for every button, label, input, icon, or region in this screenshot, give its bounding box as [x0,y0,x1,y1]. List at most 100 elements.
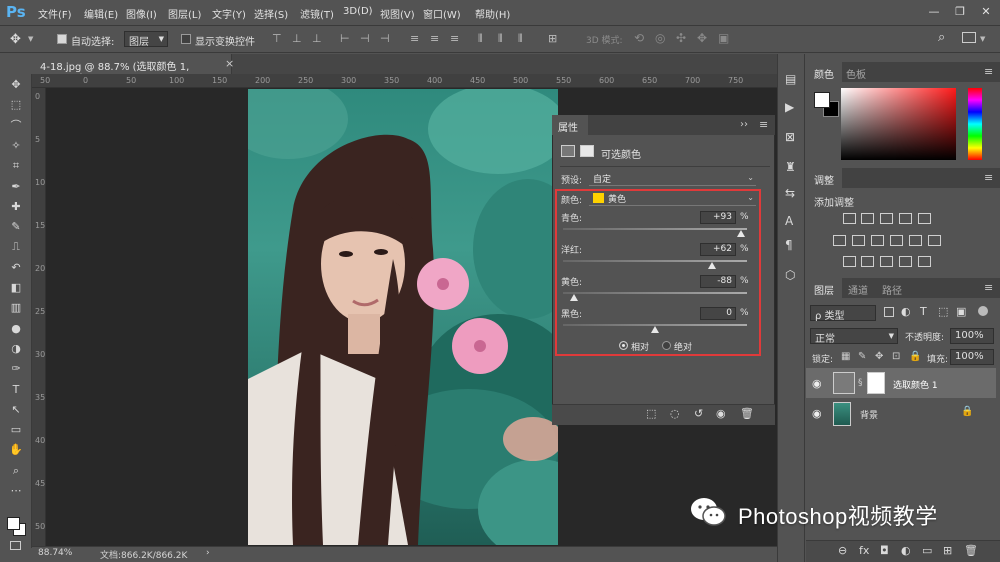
hue-sat-icon[interactable] [833,235,846,246]
tab-swatches[interactable]: 色板 [838,62,874,82]
actions-play-icon[interactable]: ▶ [785,100,794,114]
collapse-panel-icon[interactable]: ›› [740,119,748,130]
3d-rotate-icon[interactable]: ⟲ [634,31,644,45]
bw-icon[interactable] [871,235,884,246]
lock-artboard-icon[interactable]: ⊡ [892,351,900,362]
quick-mask-icon[interactable] [10,541,21,550]
blur-tool-icon[interactable]: ● [9,322,23,336]
layer-name[interactable]: 背景 [860,408,878,421]
crop-tool-icon[interactable]: ⌗ [9,159,23,173]
maximize-button[interactable]: ❐ [952,5,968,19]
auto-select-checkbox[interactable] [57,34,67,44]
curves-icon[interactable] [880,213,893,224]
document-tab[interactable]: 4-18.jpg @ 88.7% (选取颜色 1, RGB/8#) * [32,54,232,84]
eyedropper-tool-icon[interactable]: ✒ [9,180,23,194]
vibrance-icon[interactable] [918,213,931,224]
selective-color-icon[interactable] [918,256,931,267]
slider-track[interactable] [563,292,747,294]
document-canvas-image[interactable] [248,89,558,545]
move-tool-icon[interactable]: ✥ [10,32,21,47]
gradient-tool-icon[interactable]: ▥ [9,301,23,315]
foreground-color[interactable] [814,92,830,108]
lock-all-icon[interactable]: 🔒 [909,351,921,362]
quick-select-tool-icon[interactable]: ✧ [9,139,23,153]
properties-icon[interactable]: ⊠ [785,130,795,144]
delete-icon[interactable]: 🗑 [740,407,754,420]
hand-tool-icon[interactable]: ✋ [9,443,23,457]
visibility-eye-icon[interactable]: ◉ [812,377,822,390]
link-layers-icon[interactable]: ⊖ [838,544,847,557]
gradient-map-icon[interactable] [899,256,912,267]
delete-layer-icon[interactable]: 🗑 [964,544,978,557]
menu-item-9[interactable]: 窗口(W) [423,6,461,21]
3d-slide-icon[interactable]: ✥ [697,31,707,45]
character-icon[interactable]: A [785,214,793,228]
foreground-color-swatch[interactable] [7,517,20,530]
chevron-down-icon[interactable]: ▼ [28,35,33,43]
panel-menu-icon[interactable]: ≡ [984,65,993,78]
lock-pixels-icon[interactable]: ✎ [858,351,866,362]
clone-stamp-icon[interactable]: ⎍ [9,240,23,254]
3d-roll-icon[interactable]: ◎ [655,31,665,45]
panel-menu-icon[interactable]: ≡ [759,118,768,131]
menu-item-4[interactable]: 文字(Y) [212,6,246,21]
menu-item-7[interactable]: 3D(D) [343,6,373,17]
rectangle-tool-icon[interactable]: ▭ [9,423,23,437]
lock-position-icon[interactable]: ✥ [875,351,883,362]
panel-menu-icon[interactable]: ≡ [984,281,993,294]
opacity-input[interactable]: 100% [950,328,994,344]
properties-tab[interactable]: 属性 [552,115,588,135]
menu-item-0[interactable]: 文件(F) [38,6,72,21]
menu-item-2[interactable]: 图像(I) [126,6,157,21]
show-transform-checkbox[interactable] [181,34,191,44]
color-lookup-icon[interactable] [928,235,941,246]
tab-adjustments[interactable]: 调整 [806,168,842,188]
reset-icon[interactable]: ↺ [694,407,703,420]
workspace-icon[interactable] [962,32,976,43]
slider-thumb[interactable] [570,294,579,301]
zoom-level[interactable]: 88.74% [38,548,72,558]
pen-tool-icon[interactable]: ✑ [9,362,23,376]
fx-icon[interactable]: fx [859,544,869,557]
slider-track[interactable] [563,260,747,262]
preset-dropdown[interactable]: 自定 ⌄ [589,171,756,186]
view-previous-icon[interactable]: ◌ [670,407,680,420]
posterize-icon[interactable] [861,256,874,267]
adjust-panel-icon[interactable]: ⇆ [785,186,795,200]
filter-adjust-icon[interactable]: ◐ [901,305,911,318]
3d-drag-icon[interactable]: ✣ [676,31,686,45]
slider-value-input[interactable]: +93 [700,211,736,224]
align-distribute-icon[interactable]: ≡ [430,32,439,45]
align-distribute-icon[interactable]: ⊤ [272,32,282,45]
align-distribute-icon[interactable]: ⊢ [340,32,350,45]
align-distribute-icon[interactable]: ⊣ [360,32,370,45]
channel-mixer-icon[interactable] [909,235,922,246]
layer-mask-thumbnail[interactable] [867,372,885,394]
layer-filter-dropdown[interactable]: ρ 类型 [810,305,876,322]
eraser-tool-icon[interactable]: ◧ [9,281,23,295]
history-brush-icon[interactable]: ↶ [9,261,23,275]
visibility-eye-icon[interactable]: ◉ [812,407,822,420]
align-distribute-icon[interactable]: ⫴ [498,32,503,46]
slider-thumb[interactable] [651,326,659,333]
color-balance-icon[interactable] [852,235,865,246]
new-group-icon[interactable]: ▭ [922,544,932,557]
brush-settings-icon[interactable]: ♜ [785,160,796,174]
tab-color[interactable]: 颜色 [806,62,842,82]
align-distribute-icon[interactable]: ⊣ [380,32,390,45]
colors-dropdown[interactable]: 黄色 ⌄ [589,191,756,206]
photo-filter-icon[interactable] [890,235,903,246]
slider-value-input[interactable]: -88 [700,275,736,288]
tab-layers[interactable]: 图层 [806,278,842,298]
paragraph-icon[interactable]: ¶ [785,238,793,252]
add-mask-icon[interactable]: ◘ [880,544,889,557]
brush-tool-icon[interactable]: ✎ [9,220,23,234]
menu-item-8[interactable]: 视图(V) [380,6,415,21]
levels-icon[interactable] [861,213,874,224]
3d-panel-icon[interactable]: ⬡ [785,268,795,282]
exposure-icon[interactable] [899,213,912,224]
align-distribute-icon[interactable]: ≡ [410,32,419,45]
type-tool-icon[interactable]: T [9,383,23,397]
filter-shape-icon[interactable]: ⬚ [938,305,948,318]
slider-track[interactable] [563,228,747,230]
